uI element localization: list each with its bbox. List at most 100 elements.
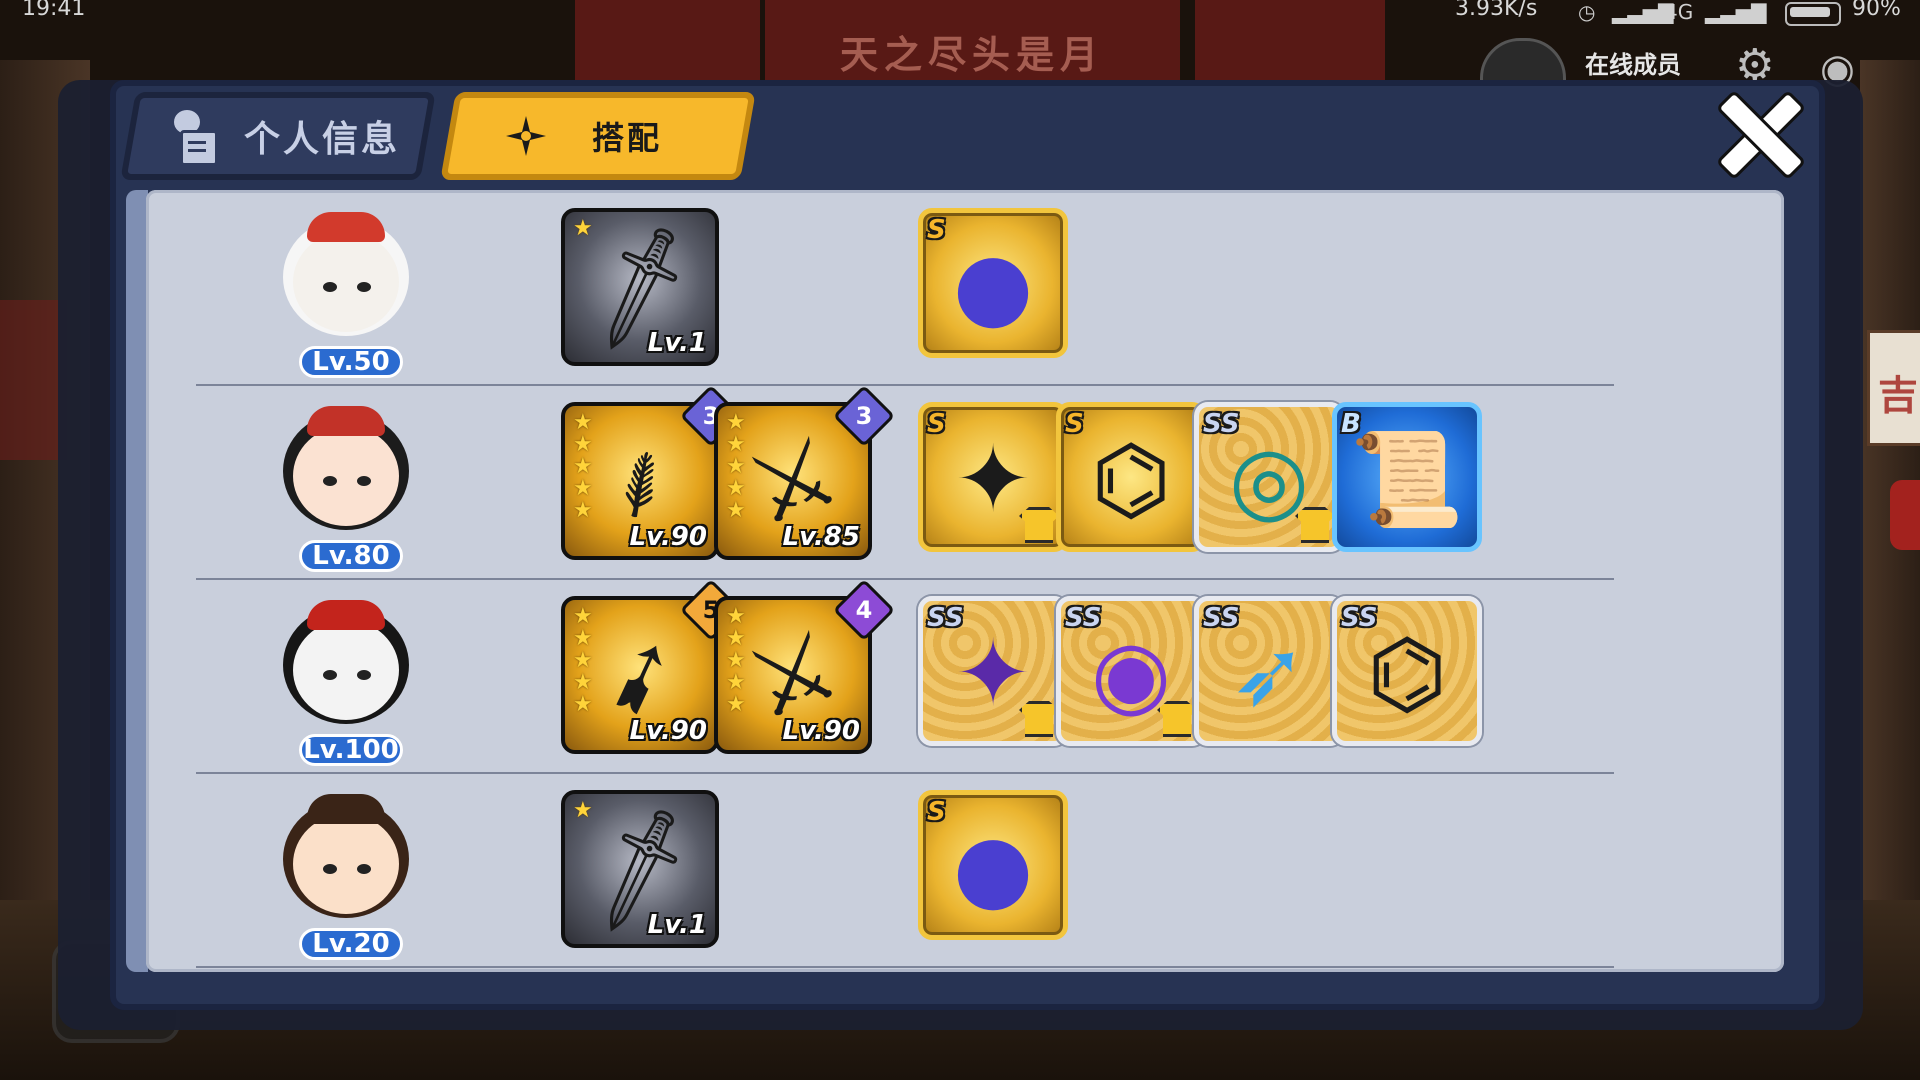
- status-bar: 19:41 3.93K/s ◷ ▂▃▅▇ 4G ▂▃▅▇ 90%: [0, 0, 1920, 26]
- star-icon: ★: [573, 432, 593, 457]
- gear-rank: SS: [1203, 603, 1240, 633]
- star-icon: ★: [573, 454, 593, 479]
- character-level-badge: Lv.100: [299, 734, 403, 766]
- star-icon: ★: [726, 626, 746, 651]
- weapon-stars: ★ ★ ★ ★ ★: [726, 412, 746, 522]
- star-icon: ★: [726, 648, 746, 673]
- star-icon: ★: [726, 454, 746, 479]
- star-icon: ★: [726, 410, 746, 435]
- background-sign: 吉: [1867, 330, 1920, 446]
- network-type: 4G: [1665, 0, 1694, 24]
- avatar-accessory: [307, 212, 385, 242]
- star-icon: ★: [573, 626, 593, 651]
- gear-slot[interactable]: ● S: [918, 790, 1068, 940]
- weapon-level: Lv.1: [647, 328, 707, 358]
- weapon-level: Lv.1: [647, 910, 707, 940]
- refine-level: 4: [855, 596, 873, 624]
- gear-rank: B: [1341, 409, 1361, 439]
- weapon-stars: ★ ★ ★ ★ ★: [573, 412, 593, 522]
- character-level-badge: Lv.80: [299, 540, 403, 572]
- weapon-slot[interactable]: 🗡 ★ Lv.1: [561, 790, 719, 948]
- gear-slot[interactable]: ⌬ SS: [1332, 596, 1482, 746]
- character-avatar[interactable]: Lv.80: [271, 406, 421, 572]
- star-icon: ★: [573, 798, 593, 823]
- signal-icon: ▂▃▅▇: [1705, 0, 1767, 24]
- avatar-eye: [357, 864, 371, 874]
- background-lantern-right: [1890, 480, 1920, 550]
- gear-slot[interactable]: ✦ S: [918, 402, 1068, 552]
- status-net-speed: 3.93K/s: [1455, 0, 1538, 21]
- gear-slot[interactable]: 📜 B: [1332, 402, 1482, 552]
- tab-label: 个人信息: [244, 119, 401, 160]
- outfit-icon: [1295, 507, 1335, 543]
- avatar-accessory: [307, 600, 385, 630]
- weapon-level: Lv.90: [782, 716, 860, 746]
- profile-card-icon: [166, 110, 218, 166]
- weapon-slot[interactable]: 🗡 ★ Lv.1: [561, 208, 719, 366]
- tab-loadout[interactable]: 搭配: [440, 92, 756, 180]
- star-icon: ★: [726, 670, 746, 695]
- tab-profile-info[interactable]: 个人信息: [120, 92, 436, 180]
- star-icon: ★: [573, 670, 593, 695]
- gear-rank: SS: [1203, 409, 1240, 439]
- gear-rank: SS: [1065, 603, 1102, 633]
- character-avatar[interactable]: Lv.50: [271, 212, 421, 378]
- gear-rank: S: [927, 797, 946, 827]
- close-button[interactable]: [1712, 86, 1807, 181]
- avatar-face: [293, 814, 399, 914]
- alarm-icon: ◷: [1578, 0, 1596, 24]
- star-icon: ★: [573, 410, 593, 435]
- weapon-level: Lv.85: [782, 522, 860, 552]
- star-icon: ★: [726, 432, 746, 457]
- outfit-icon: [1019, 507, 1059, 543]
- avatar-eye: [323, 670, 337, 680]
- weapon-stars: ★ ★ ★ ★ ★: [573, 606, 593, 716]
- gear-rank: S: [1065, 409, 1084, 439]
- weapon-level: Lv.90: [629, 716, 707, 746]
- character-level-badge: Lv.20: [299, 928, 403, 960]
- character-avatar[interactable]: Lv.20: [271, 794, 421, 960]
- gear-slot[interactable]: ⌬ S: [1056, 402, 1206, 552]
- loadout-panel[interactable]: Lv.50 🗡 ★ Lv.1 ● S Lv.80 ⸙ ★ ★ ★ ★ ★ Lv.90 3 ⚔ ★ ★ ★ ★ ★ Lv.8…: [146, 190, 1784, 972]
- character-row: Lv.50 🗡 ★ Lv.1 ● S: [146, 192, 1784, 386]
- star-icon: ★: [573, 498, 593, 523]
- star-icon: ★: [726, 692, 746, 717]
- weapon-stars: ★ ★ ★ ★ ★: [726, 606, 746, 716]
- weapon-stars: ★: [573, 218, 593, 240]
- star-icon: ★: [573, 604, 593, 629]
- avatar-accessory: [307, 794, 385, 824]
- gear-slot[interactable]: ◉ SS: [1056, 596, 1206, 746]
- status-time: 19:41: [22, 0, 86, 21]
- row-divider: [196, 966, 1614, 968]
- gear-slot[interactable]: ● S: [918, 208, 1068, 358]
- star-icon: ★: [573, 692, 593, 717]
- gear-slot[interactable]: ➶ SS: [1194, 596, 1344, 746]
- gear-rank: S: [927, 409, 946, 439]
- gear-rank: S: [927, 215, 946, 245]
- avatar-accessory: [307, 406, 385, 436]
- refine-level: 3: [855, 402, 873, 430]
- star-icon: ★: [726, 476, 746, 501]
- weapon-level: Lv.90: [629, 522, 707, 552]
- outfit-icon: [1019, 701, 1059, 737]
- weapon-stars: ★: [573, 800, 593, 822]
- star-icon: ★: [726, 604, 746, 629]
- avatar-face: [293, 620, 399, 720]
- character-row: Lv.20 🗡 ★ Lv.1 ● S: [146, 774, 1784, 968]
- battery-percent: 90%: [1852, 0, 1901, 21]
- avatar-eye: [357, 282, 371, 292]
- avatar-eye: [357, 476, 371, 486]
- outfit-icon: [1157, 701, 1197, 737]
- background-banner-text: 天之尽头是月: [840, 33, 1105, 77]
- gear-slot[interactable]: ✦ SS: [918, 596, 1068, 746]
- battery-icon: [1785, 2, 1841, 26]
- panel-scroll-edge: [126, 190, 148, 972]
- gear-slot[interactable]: ◎ SS: [1194, 402, 1344, 552]
- star-icon: ★: [573, 648, 593, 673]
- character-avatar[interactable]: Lv.100: [271, 600, 421, 766]
- avatar-eye: [323, 864, 337, 874]
- star-icon: ★: [573, 216, 593, 241]
- avatar-eye: [323, 282, 337, 292]
- online-members-label[interactable]: 在线成员: [1585, 45, 1681, 80]
- avatar-face: [293, 232, 399, 332]
